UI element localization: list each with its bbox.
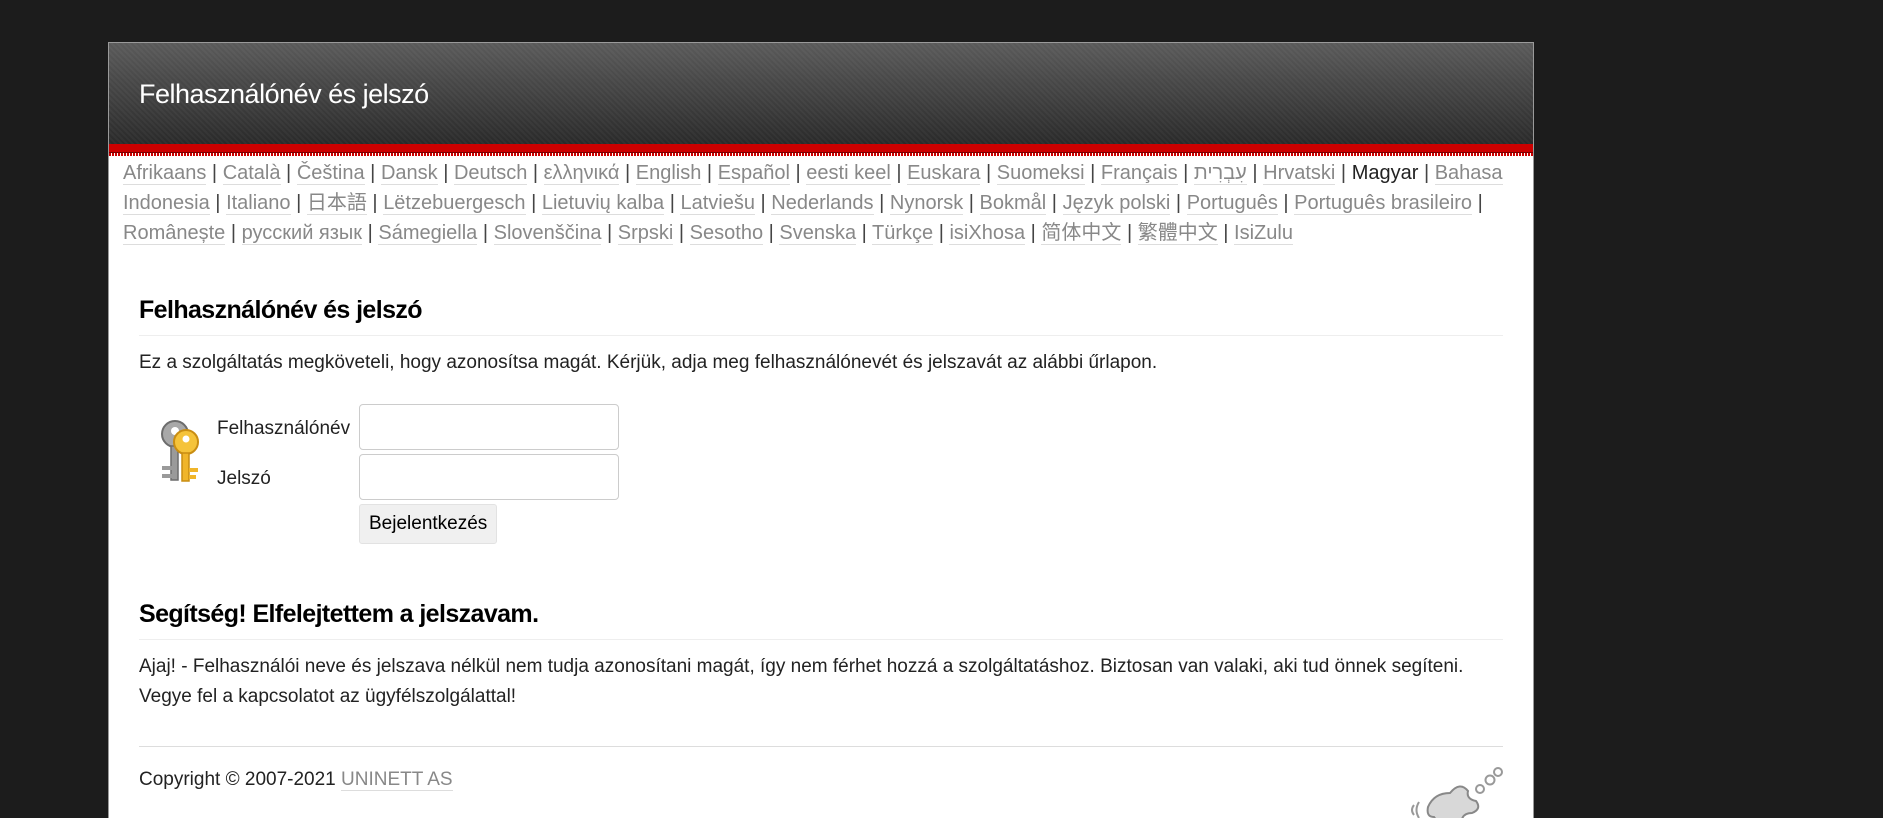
language-link[interactable]: Hrvatski <box>1263 162 1336 185</box>
language-separator: | <box>225 222 242 244</box>
language-link[interactable]: Românește <box>123 222 226 245</box>
footer: Copyright © 2007-2021 UNINETT AS <box>139 746 1503 818</box>
main-content: Felhasználónév és jelszó Ez a szolgáltat… <box>109 296 1533 818</box>
language-link[interactable]: 繁體中文 <box>1137 222 1218 245</box>
language-separator: | <box>1121 222 1138 244</box>
company-link[interactable]: UNINETT AS <box>341 769 453 791</box>
language-separator: | <box>364 162 381 184</box>
language-link[interactable]: Türkçe <box>872 222 934 245</box>
help-heading: Segítség! Elfelejtettem a jelszavam. <box>139 600 1503 640</box>
language-bar: Afrikaans | Català | Čeština | Dansk | D… <box>109 156 1533 248</box>
language-link[interactable]: Português <box>1186 192 1278 215</box>
language-separator: | <box>1472 192 1483 214</box>
language-link[interactable]: Latviešu <box>680 192 755 215</box>
language-link[interactable]: ελληνικά <box>543 162 620 185</box>
username-input[interactable] <box>359 404 619 450</box>
language-separator: | <box>754 192 772 214</box>
header-accent-bar <box>109 144 1533 153</box>
language-separator: | <box>209 192 227 214</box>
language-link[interactable]: 日本語 <box>306 192 367 215</box>
keys-icon <box>161 420 199 482</box>
language-link[interactable]: Slovenščina <box>493 222 602 245</box>
language-link[interactable]: Deutsch <box>453 162 528 185</box>
language-separator: | <box>673 222 690 244</box>
language-link[interactable]: Sesotho <box>689 222 764 245</box>
language-separator: | <box>1170 192 1187 214</box>
simplesamlphp-logo-icon <box>1411 767 1503 818</box>
language-link[interactable]: Suomeksi <box>996 162 1085 185</box>
language-link[interactable]: Lëtzebuergesch <box>383 192 526 215</box>
language-link[interactable]: Srpski <box>617 222 674 245</box>
language-separator: | <box>437 162 454 184</box>
language-separator: | <box>525 192 542 214</box>
language-separator: | <box>1418 162 1435 184</box>
language-separator: | <box>789 162 807 184</box>
copyright: Copyright © 2007-2021 UNINETT AS <box>139 769 453 791</box>
language-separator: | <box>664 192 681 214</box>
login-heading: Felhasználónév és jelszó <box>139 296 1503 336</box>
language-separator: | <box>362 222 379 244</box>
language-link[interactable]: Español <box>717 162 790 185</box>
language-separator: | <box>856 222 873 244</box>
language-link[interactable]: Čeština <box>296 162 365 185</box>
login-form: Felhasználónév Jelszó Bejelentkezés <box>139 404 1503 564</box>
language-separator: | <box>619 162 636 184</box>
language-separator: | <box>933 222 950 244</box>
language-link[interactable]: Català <box>222 162 281 185</box>
login-button[interactable]: Bejelentkezés <box>359 504 498 544</box>
language-separator: | <box>1046 192 1063 214</box>
language-link: Magyar <box>1351 162 1419 184</box>
language-separator: | <box>290 192 307 214</box>
language-link[interactable]: Français <box>1100 162 1178 185</box>
header: Felhasználónév és jelszó <box>109 43 1533 144</box>
language-separator: | <box>701 162 718 184</box>
language-link[interactable]: Euskara <box>907 162 981 185</box>
language-separator: | <box>477 222 494 244</box>
header-title: Felhasználónév és jelszó <box>139 79 429 109</box>
language-separator: | <box>1277 192 1295 214</box>
password-input[interactable] <box>359 454 619 500</box>
language-separator: | <box>1246 162 1264 184</box>
language-separator: | <box>890 162 908 184</box>
language-separator: | <box>1177 162 1194 184</box>
language-link[interactable]: Język polski <box>1062 192 1171 215</box>
language-link[interactable]: English <box>635 162 702 185</box>
copyright-text: Copyright © 2007-2021 <box>139 769 336 790</box>
login-intro: Ez a szolgáltatás megköveteli, hogy azon… <box>139 352 1158 373</box>
language-separator: | <box>280 162 297 184</box>
language-link[interactable]: Dansk <box>380 162 438 185</box>
username-label: Felhasználónév <box>217 418 351 439</box>
help-text: Ajaj! - Felhasználói neve és jelszava né… <box>139 656 1464 707</box>
language-separator: | <box>873 192 890 214</box>
language-separator: | <box>963 192 980 214</box>
language-link[interactable]: Bokmål <box>979 192 1047 215</box>
language-link[interactable]: Português brasileiro <box>1294 192 1473 215</box>
language-link[interactable]: Italiano <box>226 192 291 215</box>
language-separator: | <box>527 162 544 184</box>
language-separator: | <box>980 162 997 184</box>
language-link[interactable]: русский язык <box>241 222 363 245</box>
password-label: Jelszó <box>217 468 271 489</box>
language-link[interactable]: Svenska <box>779 222 857 245</box>
language-separator: | <box>1335 162 1352 184</box>
language-link[interactable]: Sámegiella <box>378 222 478 245</box>
language-separator: | <box>206 162 223 184</box>
language-link[interactable]: Afrikaans <box>123 162 207 185</box>
language-separator: | <box>763 222 780 244</box>
language-link[interactable]: Lietuvių kalba <box>541 192 665 215</box>
language-link[interactable]: eesti keel <box>806 162 891 185</box>
language-link[interactable]: 简体中文 <box>1041 222 1122 245</box>
language-link[interactable]: Nederlands <box>771 192 874 215</box>
language-separator: | <box>366 192 384 214</box>
language-separator: | <box>1217 222 1235 244</box>
language-link[interactable]: isiXhosa <box>949 222 1026 245</box>
page-container: Felhasználónév és jelszó Afrikaans | Cat… <box>108 42 1534 818</box>
language-separator: | <box>1084 162 1101 184</box>
language-separator: | <box>1025 222 1042 244</box>
language-link[interactable]: Nynorsk <box>889 192 964 215</box>
language-link[interactable]: עִבְרִית <box>1193 162 1247 185</box>
language-link[interactable]: IsiZulu <box>1234 222 1293 245</box>
language-separator: | <box>601 222 618 244</box>
